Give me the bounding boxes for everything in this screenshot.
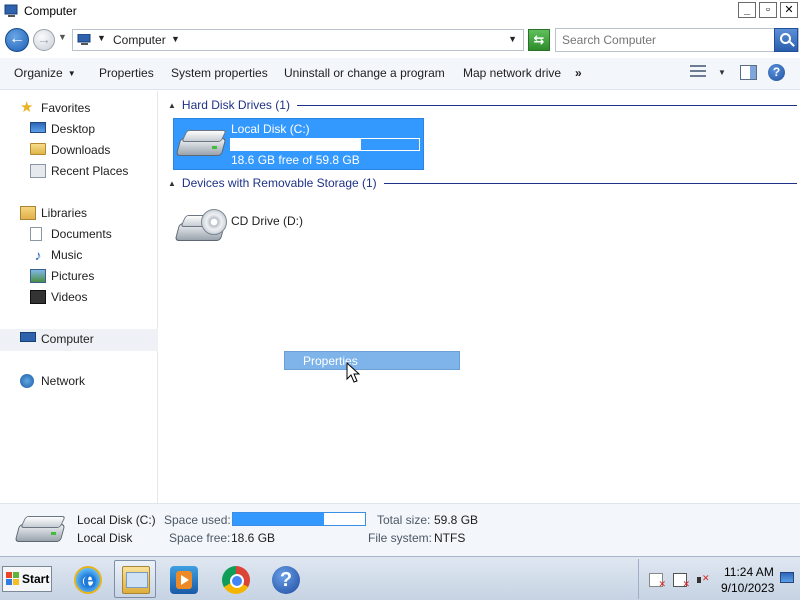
chevron-down-icon[interactable]: ▼ — [97, 33, 106, 43]
details-type: Local Disk — [77, 531, 133, 545]
cd-drive-icon — [174, 209, 227, 249]
media-player-icon — [170, 566, 198, 594]
taskbar-internet-explorer[interactable] — [66, 560, 108, 598]
collapse-triangle-icon: ▲ — [168, 178, 176, 188]
space-free-label: Space free: — [169, 531, 231, 545]
map-network-drive-button[interactable]: Map network drive — [463, 66, 561, 80]
volume-muted-icon[interactable] — [697, 573, 710, 587]
properties-button[interactable]: Properties — [99, 66, 154, 80]
help-icon[interactable]: ? — [768, 64, 785, 81]
close-button[interactable]: ✕ — [780, 2, 798, 18]
collapse-triangle-icon: ▲ — [168, 100, 176, 110]
videos-icon — [30, 290, 46, 304]
file-system-label: File system: — [368, 531, 433, 545]
system-properties-button[interactable]: System properties — [171, 66, 268, 80]
drive-name: Local Disk (C:) — [231, 122, 310, 136]
refresh-button[interactable]: ⇆ — [528, 29, 550, 51]
uninstall-program-button[interactable]: Uninstall or change a program — [284, 66, 445, 80]
address-bar[interactable]: ▼ Computer ▼ ▼ — [72, 29, 524, 51]
space-used-label: Space used: — [164, 513, 231, 527]
chevron-down-icon[interactable]: ▼ — [171, 34, 180, 44]
group-header-hard-disk-drives[interactable]: ▲ Hard Disk Drives (1) — [168, 97, 797, 113]
hard-drive-icon — [14, 516, 66, 548]
clock-date[interactable]: 9/10/2023 — [721, 581, 774, 595]
details-name: Local Disk (C:) — [77, 513, 156, 527]
system-tray — [638, 559, 800, 599]
minimize-button[interactable]: _ — [738, 2, 756, 18]
refresh-icon: ⇆ — [533, 32, 545, 47]
address-row: ← → ▼ ▼ Computer ▼ ▼ ⇆ — [0, 24, 800, 56]
computer-icon — [4, 4, 20, 18]
change-view-icon[interactable] — [690, 65, 706, 79]
network-status-icon[interactable] — [673, 573, 690, 590]
total-size-value: 59.8 GB — [434, 513, 479, 527]
internet-explorer-icon — [74, 566, 102, 594]
hard-drive-icon — [175, 130, 227, 162]
chrome-icon — [222, 566, 250, 594]
taskbar-media-player[interactable] — [162, 560, 204, 598]
computer-icon — [20, 332, 36, 342]
search-box — [555, 28, 799, 52]
downloads-folder-icon — [30, 143, 46, 155]
total-size-label: Total size: — [377, 513, 431, 527]
windows-logo-icon — [6, 572, 20, 586]
forward-button[interactable]: → — [33, 29, 55, 51]
taskbar-windows-explorer[interactable] — [114, 560, 156, 598]
search-button[interactable] — [774, 28, 798, 52]
drive-usage-bar — [230, 138, 420, 151]
recent-places-icon — [30, 164, 46, 178]
back-arrow-icon: ← — [9, 30, 25, 47]
taskbar-help[interactable]: ? — [264, 560, 306, 598]
documents-icon — [30, 227, 42, 241]
chevron-down-icon: ▼ — [67, 69, 76, 78]
computer-icon — [77, 33, 93, 46]
chevron-down-icon[interactable]: ▼ — [718, 68, 726, 77]
network-icon — [20, 374, 34, 388]
organize-button[interactable]: Organize ▼ — [14, 66, 76, 80]
address-dropdown-icon[interactable]: ▼ — [508, 34, 517, 44]
drive-name: CD Drive (D:) — [231, 214, 303, 228]
star-icon: ★ — [20, 99, 34, 116]
pictures-icon — [30, 269, 46, 283]
music-icon: ♪ — [34, 247, 42, 263]
drive-item-local-disk[interactable]: Local Disk (C:) 18.6 GB free of 59.8 GB — [173, 118, 424, 170]
maximize-button[interactable]: ▫ — [759, 2, 777, 18]
window-title: Computer — [24, 4, 77, 18]
libraries-icon — [20, 206, 36, 220]
taskbar-chrome[interactable] — [214, 560, 256, 598]
file-system-value: NTFS — [434, 531, 466, 545]
show-desktop-icon[interactable] — [780, 572, 794, 583]
navigation-pane: ★ Favorites Desktop Downloads Recent Pla… — [0, 91, 158, 503]
desktop-icon — [30, 122, 46, 133]
more-commands-button[interactable]: » — [575, 66, 582, 80]
content-pane: ▲ Hard Disk Drives (1) Local Disk (C:) 1… — [160, 91, 800, 503]
action-center-icon[interactable] — [649, 573, 666, 590]
details-pane: Local Disk (C:) Local Disk Space used: S… — [0, 503, 800, 556]
help-and-support-icon: ? — [272, 566, 300, 594]
space-free-value: 18.6 GB — [231, 531, 276, 545]
back-button[interactable]: ← — [5, 28, 29, 52]
group-header-removable-storage[interactable]: ▲ Devices with Removable Storage (1) — [168, 175, 797, 191]
start-button[interactable]: Start — [2, 566, 52, 592]
clock-time[interactable]: 11:24 AM — [724, 565, 774, 579]
drive-item-cd-drive[interactable]: CD Drive (D:) — [173, 199, 373, 249]
drive-free-text: 18.6 GB free of 59.8 GB — [231, 153, 360, 167]
search-input[interactable] — [556, 29, 771, 51]
space-used-bar — [232, 512, 366, 526]
windows-explorer-icon — [122, 566, 150, 594]
context-menu: Properties — [284, 351, 460, 370]
history-dropdown-icon[interactable]: ▼ — [58, 32, 67, 42]
taskbar: Start ? 11:24 AM 9/10/2023 — [0, 556, 800, 600]
title-bar: Computer _ ▫ ✕ — [0, 0, 800, 22]
forward-arrow-icon: → — [37, 31, 51, 47]
command-bar: Organize ▼ Properties System properties U… — [0, 58, 800, 90]
breadcrumb-computer[interactable]: Computer — [113, 33, 166, 47]
preview-pane-icon[interactable] — [740, 65, 757, 80]
